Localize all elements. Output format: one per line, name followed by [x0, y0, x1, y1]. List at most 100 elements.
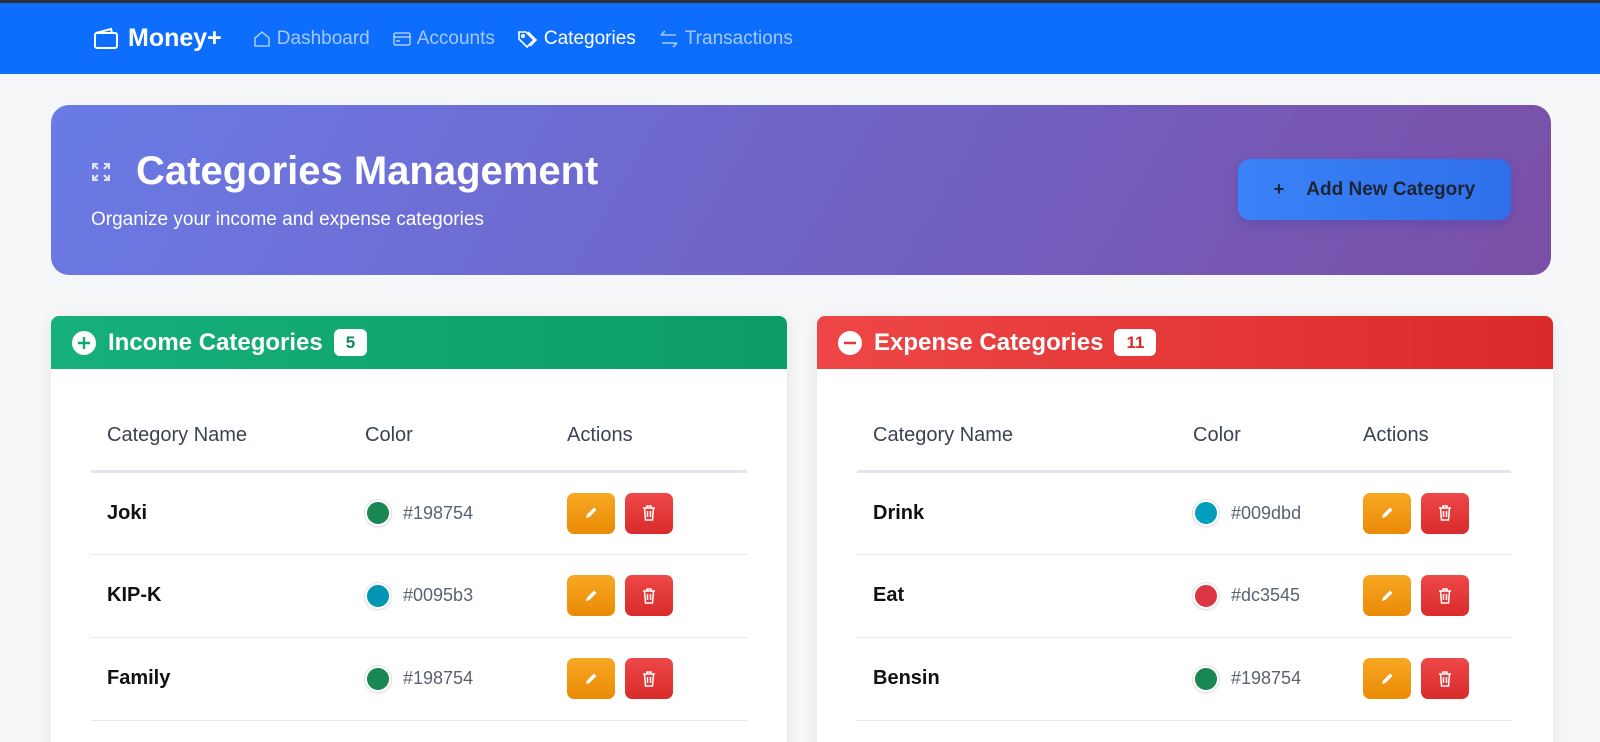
delete-button[interactable] — [625, 575, 673, 616]
nav-categories-label: Categories — [543, 27, 636, 49]
card-icon — [392, 31, 411, 46]
pencil-icon — [1382, 673, 1393, 684]
category-name: Eat — [857, 554, 1177, 638]
edit-button[interactable] — [1363, 658, 1411, 699]
trash-icon — [643, 587, 655, 604]
delete-button[interactable] — [1421, 575, 1469, 616]
minus-circle-icon — [838, 330, 862, 355]
pencil-icon — [586, 590, 597, 601]
trash-icon — [1439, 670, 1451, 687]
color-cell: #198754 — [1177, 637, 1347, 721]
edit-button[interactable] — [567, 658, 615, 699]
table-row: KIP-K #0095b3 — [91, 554, 747, 638]
edit-button[interactable] — [1363, 492, 1411, 534]
edit-button[interactable] — [567, 492, 615, 534]
delete-button[interactable] — [1421, 492, 1469, 534]
category-name: KIP-K — [91, 554, 349, 638]
income-table: Category Name Color Actions Joki #198754… — [91, 401, 747, 721]
actions-cell — [551, 471, 747, 555]
column-header-actions: Actions — [551, 401, 747, 473]
wallet-icon — [94, 27, 118, 49]
color-swatch — [365, 500, 391, 526]
page-title-text: Categories Management — [136, 149, 599, 193]
table-row: Joki #198754 — [91, 471, 747, 555]
column-header-color: Color — [349, 401, 551, 473]
table-row: Drink #009dbd — [857, 471, 1511, 555]
pencil-icon — [1382, 590, 1393, 601]
plus-icon: + — [1273, 179, 1285, 199]
column-header-actions: Actions — [1347, 401, 1511, 473]
income-categories-card: Income Categories 5 Category Name Color … — [51, 316, 787, 742]
nav-transactions-label: Transactions — [684, 27, 793, 49]
category-name: Family — [91, 637, 349, 721]
nav-dashboard-label: Dashboard — [276, 27, 370, 49]
color-cell: #009dbd — [1177, 471, 1347, 555]
color-hex: #dc3545 — [1231, 585, 1301, 605]
trash-icon — [643, 505, 655, 521]
expense-categories-card: Expense Categories 11 Category Name Colo… — [817, 316, 1553, 742]
color-swatch — [1193, 665, 1219, 692]
actions-cell — [551, 637, 747, 721]
page-header-banner: Categories Management Organize your inco… — [51, 105, 1551, 275]
page-title: Categories Management — [90, 149, 598, 194]
arrows-swap-icon — [660, 29, 678, 48]
color-cell: #198754 — [349, 637, 551, 721]
expense-card-header: Expense Categories 11 — [817, 316, 1553, 369]
edit-button[interactable] — [567, 575, 615, 616]
nav-accounts-label: Accounts — [416, 27, 495, 49]
trash-icon — [1439, 587, 1451, 604]
color-cell: #dc3545 — [1177, 554, 1347, 638]
table-row: Bensin #198754 — [857, 637, 1511, 721]
nav-dashboard[interactable]: Dashboard — [252, 28, 370, 50]
plus-circle-icon — [72, 330, 96, 355]
color-swatch — [365, 582, 391, 609]
color-hex: #009dbd — [1231, 502, 1302, 523]
nav-accounts[interactable]: Accounts — [392, 28, 495, 50]
actions-cell — [1347, 637, 1511, 721]
actions-cell — [551, 554, 747, 638]
color-cell: #0095b3 — [349, 554, 551, 638]
color-swatch — [1193, 500, 1219, 526]
expense-table: Category Name Color Actions Drink #009db… — [857, 401, 1511, 721]
edit-button[interactable] — [1363, 575, 1411, 616]
brand-logo[interactable]: Money+ — [93, 24, 222, 53]
color-hex: #198754 — [1231, 668, 1302, 688]
brand-name: Money+ — [128, 24, 222, 52]
color-cell: #198754 — [349, 471, 551, 555]
pencil-icon — [586, 507, 597, 518]
column-header-name: Category Name — [857, 401, 1177, 473]
delete-button[interactable] — [1421, 658, 1469, 699]
column-header-color: Color — [1177, 401, 1347, 473]
color-hex: #198754 — [403, 502, 474, 523]
color-hex: #198754 — [403, 668, 474, 688]
table-row: Eat #dc3545 — [857, 554, 1511, 638]
tags-icon — [518, 30, 538, 48]
nav-categories[interactable]: Categories — [517, 28, 636, 50]
category-name: Drink — [857, 471, 1177, 555]
column-header-name: Category Name — [91, 401, 349, 473]
category-name: Bensin — [857, 637, 1177, 721]
color-swatch — [1193, 582, 1219, 609]
expand-arrows-icon — [92, 162, 110, 181]
delete-button[interactable] — [625, 492, 673, 534]
actions-cell — [1347, 554, 1511, 638]
trash-icon — [1439, 505, 1451, 521]
pencil-icon — [586, 673, 597, 684]
add-category-label: Add New Category — [1306, 178, 1476, 200]
income-card-title: Income Categories — [108, 328, 323, 356]
table-row: Family #198754 — [91, 637, 747, 721]
color-swatch — [365, 665, 391, 692]
delete-button[interactable] — [625, 658, 673, 699]
trash-icon — [643, 670, 655, 687]
income-count-badge: 5 — [333, 329, 368, 356]
color-hex: #0095b3 — [403, 585, 474, 605]
pencil-icon — [1382, 507, 1393, 518]
category-name: Joki — [91, 471, 349, 555]
actions-cell — [1347, 471, 1511, 555]
page-subtitle: Organize your income and expense categor… — [91, 209, 484, 230]
add-category-button[interactable]: + Add New Category — [1238, 159, 1511, 220]
expense-count-badge: 11 — [1114, 329, 1157, 356]
house-icon — [253, 30, 270, 47]
nav-transactions[interactable]: Transactions — [658, 28, 793, 50]
top-navbar: Money+ Dashboard Accounts Categories Tra… — [0, 3, 1600, 74]
